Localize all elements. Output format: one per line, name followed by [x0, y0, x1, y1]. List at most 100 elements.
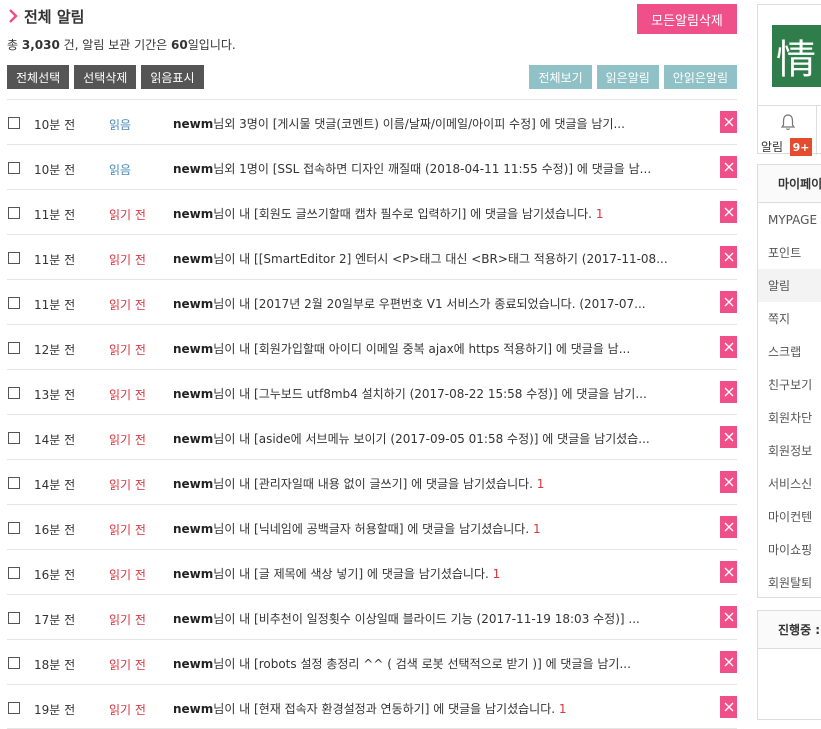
sidebar-menu-item[interactable]: 마이컨텐	[758, 500, 821, 533]
row-message[interactable]: newm님이 내 [현재 접속자 환경설정과 연동하기] 에 댓글을 남기셨습니…	[173, 700, 673, 717]
delete-selected-button[interactable]: 선택삭제	[74, 65, 137, 89]
row-checkbox[interactable]	[8, 162, 20, 174]
table-row[interactable]: 18분 전 읽기 전 newm님이 내 [robots 설정 총정리 ^^ ( 검색…	[7, 639, 737, 684]
row-checkbox[interactable]	[8, 297, 20, 309]
row-text[interactable]: 님외 1명이 [SSL 접속하면 디자인 깨질때 (2018-04-11 11:…	[213, 162, 651, 176]
delete-all-button[interactable]: 모든알림삭제	[637, 4, 737, 34]
row-delete-button[interactable]	[720, 561, 737, 583]
row-nick[interactable]: newm	[173, 612, 213, 626]
row-nick[interactable]: newm	[173, 567, 213, 581]
row-nick[interactable]: newm	[173, 117, 213, 131]
read-filter-button[interactable]: 읽은알림	[596, 65, 659, 89]
row-checkbox[interactable]	[8, 432, 20, 444]
table-row[interactable]: 11분 전 읽기 전 newm님이 내 [2017년 2월 20일부로 우편번호 V…	[7, 279, 737, 324]
row-checkbox[interactable]	[8, 477, 20, 489]
table-row[interactable]: 16분 전 읽기 전 newm님이 내 [닉네임에 공백글자 허용할때] 에 댓글을…	[7, 504, 737, 549]
row-checkbox[interactable]	[8, 117, 20, 129]
row-nick[interactable]: newm	[173, 657, 213, 671]
row-checkbox[interactable]	[8, 342, 20, 354]
table-row[interactable]: 17분 전 읽기 전 newm님이 내 [비추천이 일정횟수 이상일때 블라이드 기…	[7, 594, 737, 639]
table-row[interactable]: 10분 전 읽음 newm님외 1명이 [SSL 접속하면 디자인 깨질때 (201…	[7, 144, 737, 189]
row-message[interactable]: newm님외 3명이 [게시물 댓글(코멘트) 이름/날짜/이메일/아이피 수정…	[173, 115, 673, 132]
sidebar-menu-item[interactable]: 회원정보	[758, 434, 821, 467]
row-message[interactable]: newm님이 내 [비추천이 일정횟수 이상일때 블라이드 기능 (2017-1…	[173, 610, 673, 627]
row-message[interactable]: newm님외 1명이 [SSL 접속하면 디자인 깨질때 (2018-04-11…	[173, 160, 673, 177]
sidebar-menu-item[interactable]: 스크랩	[758, 335, 821, 368]
row-checkbox[interactable]	[8, 252, 20, 264]
bell-icon[interactable]	[780, 113, 796, 131]
table-row[interactable]: 19분 전 읽기 전 newm님이 내 [현재 접속자 환경설정과 연동하기] 에 …	[7, 684, 737, 729]
row-delete-button[interactable]	[720, 651, 737, 673]
row-nick[interactable]: newm	[173, 432, 213, 446]
row-nick[interactable]: newm	[173, 162, 213, 176]
row-delete-button[interactable]	[720, 426, 737, 448]
alarm-label[interactable]: 알림	[761, 138, 783, 155]
table-row[interactable]: 11분 전 읽기 전 newm님이 내 [회원도 글쓰기할때 캡차 필수로 입력하기…	[7, 189, 737, 234]
row-message[interactable]: newm님이 내 [닉네임에 공백글자 허용할때] 에 댓글을 남기셨습니다. …	[173, 520, 673, 537]
row-nick[interactable]: newm	[173, 522, 213, 536]
row-message[interactable]: newm님이 내 [[SmartEditor 2] 엔터시 <P>태그 대신 <…	[173, 250, 673, 267]
sidebar-menu-item[interactable]: 포인트	[758, 236, 821, 269]
table-row[interactable]: 10분 전 읽음 newm님외 3명이 [게시물 댓글(코멘트) 이름/날짜/이메일…	[7, 99, 737, 144]
table-row[interactable]: 14분 전 읽기 전 newm님이 내 [aside에 서브메뉴 보이기 (2017…	[7, 414, 737, 459]
sidebar-menu-item[interactable]: 친구보기	[758, 368, 821, 401]
sidebar-menu-item[interactable]: 마이쇼핑	[758, 533, 821, 566]
row-text[interactable]: 님이 내 [그누보드 utf8mb4 설치하기 (2017-08-22 15:5…	[213, 387, 647, 401]
row-checkbox[interactable]	[8, 567, 20, 579]
row-checkbox[interactable]	[8, 207, 20, 219]
row-nick[interactable]: newm	[173, 342, 213, 356]
sidebar-menu-item[interactable]: MYPAGE	[758, 203, 821, 236]
row-message[interactable]: newm님이 내 [회원도 글쓰기할때 캡차 필수로 입력하기] 에 댓글을 남…	[173, 205, 673, 222]
mark-read-button[interactable]: 읽음표시	[141, 65, 204, 89]
unread-filter-button[interactable]: 안읽은알림	[663, 65, 737, 89]
row-delete-button[interactable]	[720, 246, 737, 268]
row-nick[interactable]: newm	[173, 207, 213, 221]
row-text[interactable]: 님이 내 [[SmartEditor 2] 엔터시 <P>태그 대신 <BR>태…	[213, 252, 667, 266]
row-text[interactable]: 님이 내 [비추천이 일정횟수 이상일때 블라이드 기능 (2017-11-19…	[213, 612, 640, 626]
row-nick[interactable]: newm	[173, 702, 213, 716]
table-row[interactable]: 12분 전 읽기 전 newm님이 내 [회원가입할때 아이디 이메일 중복 aja…	[7, 324, 737, 369]
row-message[interactable]: newm님이 내 [aside에 서브메뉴 보이기 (2017-09-05 01…	[173, 430, 673, 447]
row-message[interactable]: newm님이 내 [회원가입할때 아이디 이메일 중복 ajax에 https …	[173, 340, 673, 357]
row-text[interactable]: 님이 내 [robots 설정 총정리 ^^ ( 검색 로봇 선택적으로 받기 …	[213, 657, 631, 671]
sidebar-menu-item[interactable]: 회원차단	[758, 401, 821, 434]
row-nick[interactable]: newm	[173, 387, 213, 401]
row-text[interactable]: 님외 3명이 [게시물 댓글(코멘트) 이름/날짜/이메일/아이피 수정] 에 …	[213, 117, 625, 131]
row-checkbox[interactable]	[8, 522, 20, 534]
table-row[interactable]: 11분 전 읽기 전 newm님이 내 [[SmartEditor 2] 엔터시 <…	[7, 234, 737, 279]
row-text[interactable]: 님이 내 [현재 접속자 환경설정과 연동하기] 에 댓글을 남기셨습니다.	[213, 702, 559, 716]
row-delete-button[interactable]	[720, 111, 737, 133]
row-message[interactable]: newm님이 내 [2017년 2월 20일부로 우편번호 V1 서비스가 종료…	[173, 295, 673, 312]
row-nick[interactable]: newm	[173, 477, 213, 491]
row-text[interactable]: 님이 내 [회원도 글쓰기할때 캡차 필수로 입력하기] 에 댓글을 남기셨습니…	[213, 207, 596, 221]
table-row[interactable]: 14분 전 읽기 전 newm님이 내 [관리자일때 내용 없이 글쓰기] 에 댓글…	[7, 459, 737, 504]
row-message[interactable]: newm님이 내 [관리자일때 내용 없이 글쓰기] 에 댓글을 남기셨습니다.…	[173, 475, 673, 492]
row-text[interactable]: 님이 내 [2017년 2월 20일부로 우편번호 V1 서비스가 종료되었습니…	[213, 297, 645, 311]
row-message[interactable]: newm님이 내 [그누보드 utf8mb4 설치하기 (2017-08-22 …	[173, 385, 673, 402]
row-delete-button[interactable]	[720, 606, 737, 628]
sidebar-menu-item[interactable]: 알림	[758, 269, 821, 302]
row-delete-button[interactable]	[720, 291, 737, 313]
row-delete-button[interactable]	[720, 471, 737, 493]
row-text[interactable]: 님이 내 [닉네임에 공백글자 허용할때] 에 댓글을 남기셨습니다.	[213, 522, 533, 536]
row-checkbox[interactable]	[8, 657, 20, 669]
row-checkbox[interactable]	[8, 612, 20, 624]
row-message[interactable]: newm님이 내 [글 제목에 색상 넣기] 에 댓글을 남기셨습니다. 1	[173, 565, 673, 582]
row-delete-button[interactable]	[720, 516, 737, 538]
row-text[interactable]: 님이 내 [회원가입할때 아이디 이메일 중복 ajax에 https 적용하기…	[213, 342, 630, 356]
table-row[interactable]: 16분 전 읽기 전 newm님이 내 [글 제목에 색상 넣기] 에 댓글을 남기…	[7, 549, 737, 594]
row-delete-button[interactable]	[720, 381, 737, 403]
row-text[interactable]: 님이 내 [관리자일때 내용 없이 글쓰기] 에 댓글을 남기셨습니다.	[213, 477, 537, 491]
row-nick[interactable]: newm	[173, 252, 213, 266]
sidebar-menu-item[interactable]: 쪽지	[758, 302, 821, 335]
row-nick[interactable]: newm	[173, 297, 213, 311]
table-row[interactable]: 13분 전 읽기 전 newm님이 내 [그누보드 utf8mb4 설치하기 (20…	[7, 369, 737, 414]
row-delete-button[interactable]	[720, 201, 737, 223]
row-delete-button[interactable]	[720, 336, 737, 358]
select-all-button[interactable]: 전체선택	[7, 65, 70, 89]
sidebar-menu-item[interactable]: 회원탈퇴	[758, 566, 821, 597]
view-all-button[interactable]: 전체보기	[529, 65, 592, 89]
row-message[interactable]: newm님이 내 [robots 설정 총정리 ^^ ( 검색 로봇 선택적으로…	[173, 655, 673, 672]
row-delete-button[interactable]	[720, 696, 737, 718]
site-logo[interactable]: 情	[772, 25, 821, 87]
